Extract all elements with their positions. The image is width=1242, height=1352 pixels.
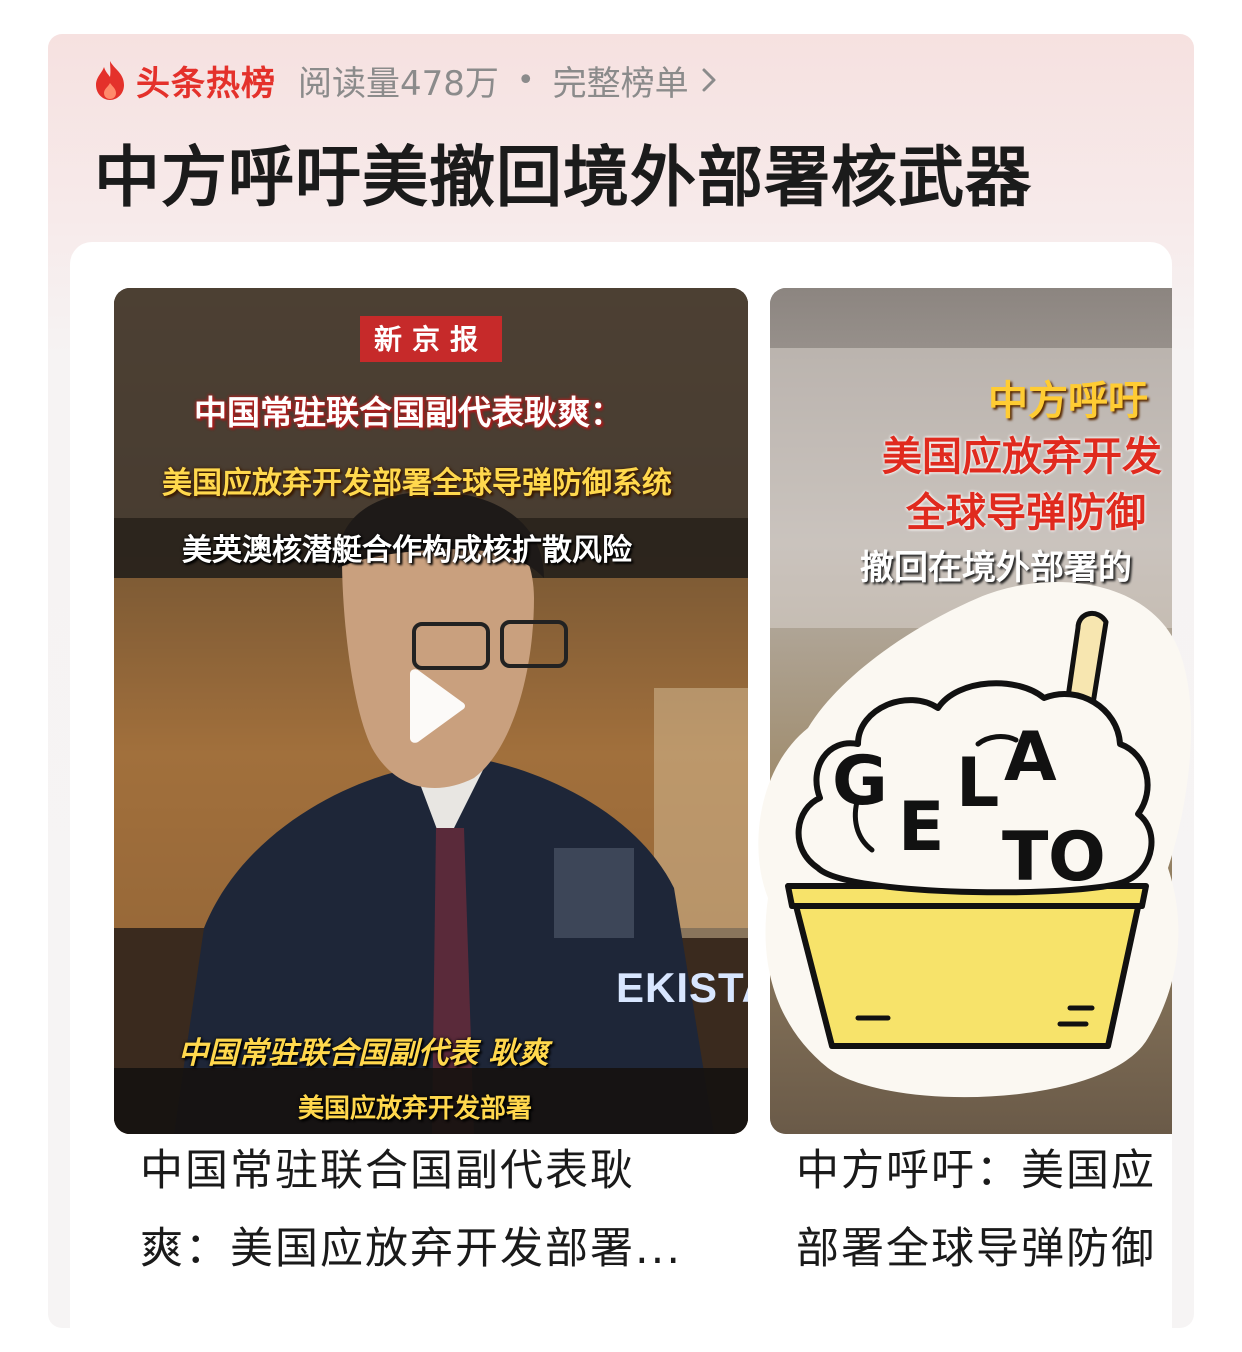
- overlay-subtitle: 美国应放弃开发部署全球导弹防御系统: [162, 466, 672, 501]
- caption-line: 爽：美国应放弃开发部署...: [140, 1224, 683, 1274]
- chevron-right-icon[interactable]: [699, 67, 719, 93]
- video-caption-2[interactable]: 中方呼吁：美国应 部署全球导弹防御: [796, 1132, 1172, 1288]
- flame-icon: [96, 61, 124, 100]
- sticker-letter: T: [1002, 818, 1049, 897]
- caption-line: 中方呼吁：美国应: [796, 1146, 1156, 1196]
- video-card-thumbnail[interactable]: 新京报 中国常驻联合国副代表耿爽： 美国应放弃开发部署全球导弹防御系统 美英澳核…: [114, 288, 748, 1134]
- overlay-title: 中国常驻联合国副代表耿爽：: [194, 393, 623, 432]
- sticker-letter: G: [832, 742, 888, 821]
- overlay-subtitle-2: 美英澳核潜艇合作构成核扩散风险: [182, 533, 632, 568]
- country-nameplate: EKISTAN: [616, 964, 748, 1011]
- overlay-line-2: 美国应放弃开发: [882, 434, 1162, 480]
- separator-dot: •: [516, 62, 535, 98]
- caption-line: 中国常驻联合国副代表耿: [140, 1146, 635, 1196]
- lower-third-text: 美国应放弃开发部署: [298, 1094, 533, 1124]
- sticker-letter: A: [1004, 718, 1057, 797]
- video-caption[interactable]: 中国常驻联合国副代表耿 爽：美国应放弃开发部署...: [140, 1132, 682, 1288]
- sticker-letter: E: [898, 788, 944, 867]
- sticker-letter: L: [956, 744, 999, 823]
- caption-line: 部署全球导弹防御: [796, 1224, 1156, 1274]
- hot-list-header: 头条热榜 阅读量478万 • 完整榜单: [92, 48, 719, 112]
- overlay-title: 中方呼吁: [988, 378, 1148, 424]
- topic-headline[interactable]: 中方呼吁美撤回境外部署核武器: [94, 124, 1032, 220]
- gelato-sticker: G E L A T O: [758, 582, 1192, 1098]
- press-logo: 新京报: [360, 316, 503, 362]
- read-count: 阅读量478万: [298, 63, 499, 104]
- overlay-line-3: 全球导弹防御: [906, 490, 1146, 536]
- sticker-letter: O: [1048, 818, 1106, 897]
- lower-third-name: 中国常驻联合国副代表 耿爽: [178, 1036, 549, 1071]
- full-list-link[interactable]: 完整榜单: [553, 56, 689, 105]
- play-icon[interactable]: [402, 668, 466, 744]
- brand-label[interactable]: 头条热榜: [136, 56, 276, 105]
